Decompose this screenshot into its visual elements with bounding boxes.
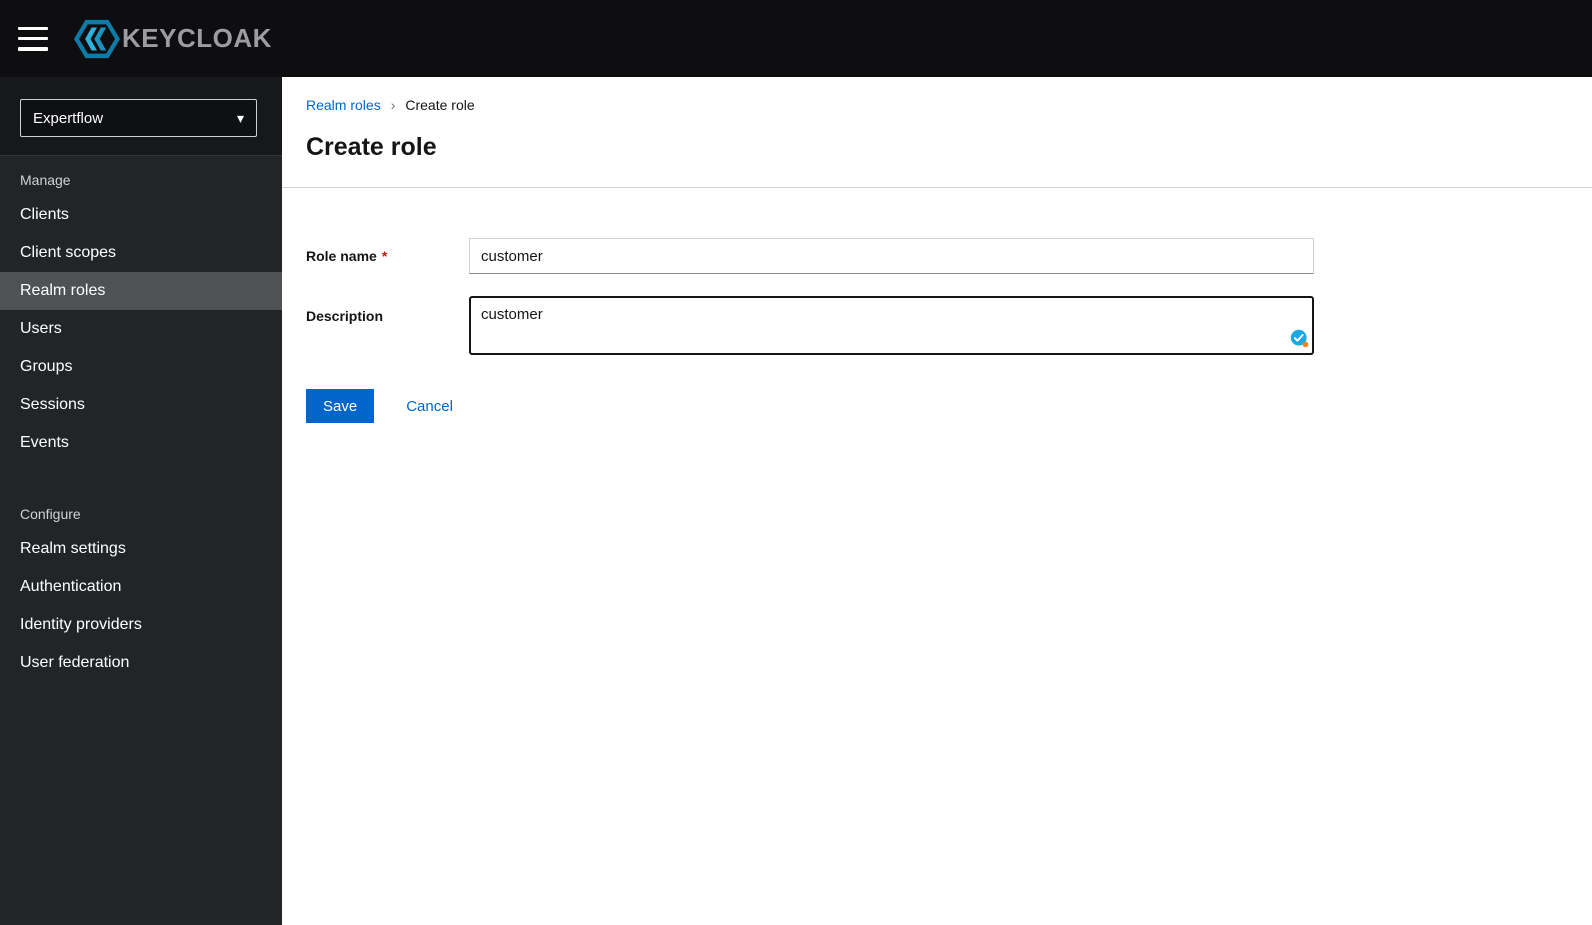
role-name-input[interactable] bbox=[469, 238, 1314, 274]
required-asterisk: * bbox=[381, 248, 388, 264]
sidebar-item-groups[interactable]: Groups bbox=[0, 348, 282, 386]
chevron-down-icon: ▾ bbox=[236, 110, 244, 126]
page-header: Realm roles › Create role Create role bbox=[282, 77, 1592, 188]
sidebar-item-realm-settings[interactable]: Realm settings bbox=[0, 530, 282, 568]
description-row: Description customer bbox=[306, 296, 1568, 355]
role-name-label: Role name * bbox=[306, 248, 388, 264]
create-role-form: Role name* Description customer bbox=[282, 188, 1592, 423]
hamburger-menu-icon[interactable] bbox=[18, 26, 48, 51]
nav-section-title-configure: Configure bbox=[20, 506, 81, 522]
main-content: Realm roles › Create role Create role Ro… bbox=[282, 77, 1592, 925]
breadcrumb-realm-roles-link[interactable]: Realm roles bbox=[306, 97, 381, 113]
sidebar: Expertflow ▾ Manage Clients Client scope… bbox=[0, 77, 282, 925]
nav-section-configure: Configure Realm settings Authentication … bbox=[0, 492, 282, 682]
grammarly-icon[interactable] bbox=[1290, 329, 1309, 348]
keycloak-logo: KEYCLOAK bbox=[74, 19, 272, 59]
sidebar-item-authentication[interactable]: Authentication bbox=[0, 568, 282, 606]
nav-section-manage: Manage Clients Client scopes Realm roles… bbox=[0, 158, 282, 462]
sidebar-item-events[interactable]: Events bbox=[0, 424, 282, 462]
sidebar-item-sessions[interactable]: Sessions bbox=[0, 386, 282, 424]
sidebar-item-user-federation[interactable]: User federation bbox=[0, 644, 282, 682]
realm-selector-dropdown[interactable]: Expertflow ▾ bbox=[20, 99, 257, 137]
sidebar-nav: Manage Clients Client scopes Realm roles… bbox=[0, 156, 282, 682]
page-title: Create role bbox=[306, 133, 437, 161]
description-label: Description bbox=[306, 308, 384, 324]
realm-selector-value: Expertflow bbox=[33, 109, 104, 127]
save-button[interactable]: Save bbox=[306, 389, 375, 423]
realm-selector-block: Expertflow ▾ bbox=[0, 77, 282, 156]
topbar: KEYCLOAK bbox=[0, 0, 1592, 77]
sidebar-item-realm-roles[interactable]: Realm roles bbox=[0, 272, 282, 310]
role-name-row: Role name * bbox=[306, 238, 1568, 274]
breadcrumb-current: Create role bbox=[405, 97, 475, 113]
sidebar-item-client-scopes[interactable]: Client scopes bbox=[0, 234, 282, 272]
sidebar-item-identity-providers[interactable]: Identity providers bbox=[0, 606, 282, 644]
form-actions: Save Cancel bbox=[306, 389, 1568, 423]
brand-text: KEYCLOAK bbox=[122, 23, 272, 53]
breadcrumb-separator-icon: › bbox=[390, 97, 396, 113]
nav-section-title-manage: Manage bbox=[20, 172, 71, 188]
cancel-link[interactable]: Cancel bbox=[406, 398, 453, 415]
description-textarea[interactable]: customer bbox=[469, 296, 1314, 355]
keycloak-logo-icon bbox=[74, 19, 120, 59]
sidebar-item-clients[interactable]: Clients bbox=[0, 196, 282, 234]
sidebar-item-users[interactable]: Users bbox=[0, 310, 282, 348]
breadcrumb: Realm roles › Create role bbox=[306, 97, 1568, 113]
